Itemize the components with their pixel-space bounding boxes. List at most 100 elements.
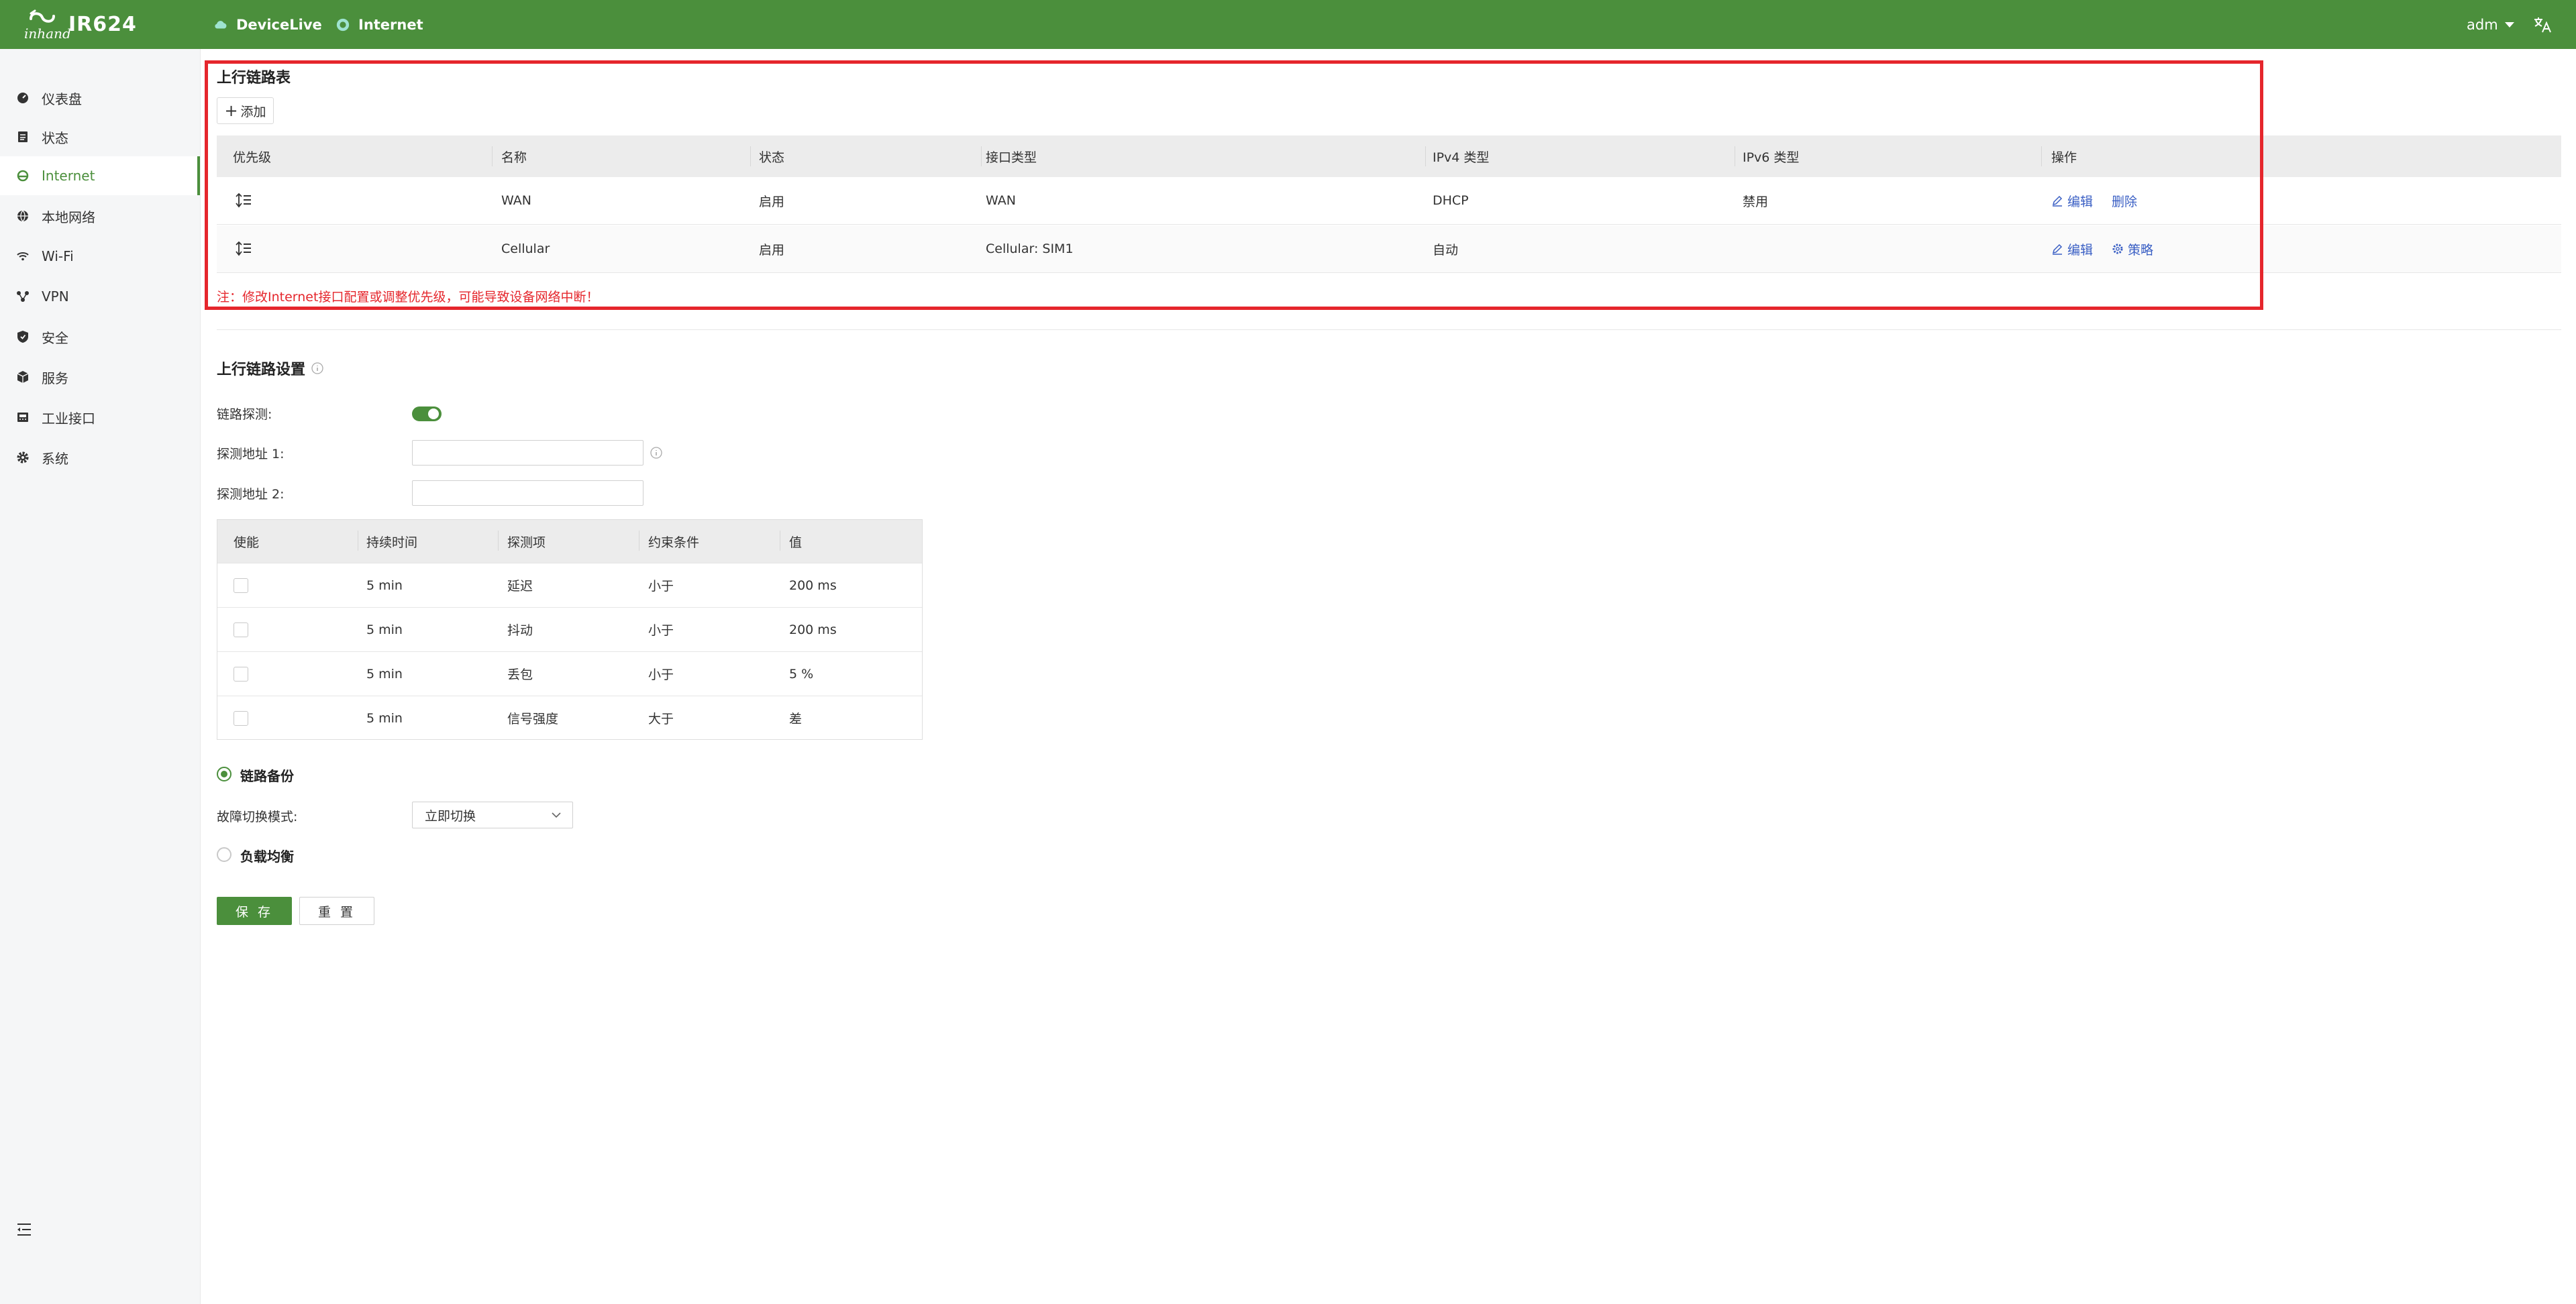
- row-condition: 大于: [648, 712, 674, 726]
- sidebar-item-services[interactable]: 服务: [0, 358, 200, 396]
- probe-table: 使能 持续时间 探测项 约束条件 值 5 min 延迟 小于 200 ms 5 …: [217, 519, 923, 740]
- link-backup-label: 链路备份: [240, 768, 294, 784]
- failover-mode-select[interactable]: 立即切换: [412, 802, 573, 828]
- row-condition: 小于: [648, 623, 674, 638]
- toggle-knob: [428, 409, 439, 419]
- enable-checkbox[interactable]: [234, 622, 248, 637]
- reset-button[interactable]: 重 置: [299, 897, 374, 925]
- enable-checkbox[interactable]: [234, 578, 248, 593]
- gear-icon: [17, 451, 29, 464]
- sidebar-item-internet[interactable]: Internet: [0, 156, 200, 195]
- nav-internet-label: Internet: [358, 16, 423, 33]
- row-value: 200 ms: [789, 622, 837, 637]
- row-duration: 5 min: [366, 710, 403, 726]
- link-detect-label: 链路探测:: [217, 407, 272, 422]
- shield-icon: [17, 331, 28, 343]
- sidebar-item-local-network[interactable]: 本地网络: [0, 197, 200, 235]
- load-balance-radio[interactable]: [217, 847, 231, 862]
- product-name: IR624: [68, 12, 137, 36]
- probe-table-header: 使能 持续时间 探测项 约束条件 值: [217, 520, 922, 563]
- brand-word: inhand: [24, 25, 71, 42]
- table-row: 5 min 抖动 小于 200 ms: [217, 607, 922, 651]
- row-probe-item: 丢包: [507, 667, 533, 682]
- row-duration: 5 min: [366, 622, 403, 637]
- sidebar: 仪表盘 状态 Internet 本地网络 Wi-Fi VPN 安全 服务 工业接…: [0, 49, 201, 1304]
- link-backup-radio[interactable]: [217, 767, 231, 781]
- section-divider: [217, 329, 2561, 330]
- sidebar-item-vpn[interactable]: VPN: [0, 277, 200, 316]
- sidebar-item-wifi[interactable]: Wi-Fi: [0, 237, 200, 276]
- user-name: adm: [2467, 16, 2498, 33]
- row-condition: 小于: [648, 667, 674, 682]
- logo[interactable]: inhand IR624: [24, 7, 137, 42]
- caret-down-icon: [2504, 21, 2514, 28]
- table-row: 5 min 丢包 小于 5 %: [217, 651, 922, 696]
- sidebar-item-label: 服务: [42, 370, 68, 386]
- sidebar-item-label: Wi-Fi: [42, 248, 74, 264]
- internet-icon: [17, 170, 29, 182]
- info-icon[interactable]: [650, 446, 663, 459]
- enable-checkbox-cell: [234, 696, 248, 740]
- failover-mode-value: 立即切换: [425, 808, 476, 824]
- enable-checkbox-cell: [234, 608, 248, 651]
- nav-devicelive[interactable]: DeviceLive: [213, 0, 322, 49]
- row-probe-item: 信号强度: [507, 712, 559, 726]
- sidebar-item-label: Internet: [42, 168, 95, 184]
- sidebar-item-status[interactable]: 状态: [0, 117, 200, 156]
- link-detect-toggle[interactable]: [412, 406, 442, 421]
- table-row: 5 min 延迟 小于 200 ms: [217, 563, 922, 607]
- col-condition: 约束条件: [648, 535, 700, 550]
- status-icon: [18, 131, 28, 142]
- sidebar-item-label: 本地网络: [42, 209, 95, 225]
- services-icon: [17, 371, 29, 383]
- inhand-logo-icon: inhand: [24, 7, 71, 42]
- local-network-icon: [17, 210, 28, 222]
- enable-checkbox-cell: [234, 652, 248, 696]
- sidebar-item-label: VPN: [42, 288, 69, 305]
- row-condition: 小于: [648, 579, 674, 594]
- probe-address-1-input[interactable]: [412, 440, 643, 466]
- uplink-settings-title: 上行链路设置: [217, 358, 324, 379]
- row-probe-item: 抖动: [507, 623, 533, 638]
- sidebar-item-label: 安全: [42, 329, 68, 346]
- load-balance-label: 负载均衡: [240, 849, 294, 865]
- translate-icon[interactable]: [2532, 15, 2553, 35]
- col-duration: 持续时间: [366, 535, 418, 550]
- vpn-icon: [17, 291, 29, 302]
- nav-devicelive-label: DeviceLive: [236, 16, 322, 33]
- sidebar-item-label: 工业接口: [42, 410, 95, 427]
- user-menu[interactable]: adm: [2467, 0, 2514, 49]
- enable-checkbox[interactable]: [234, 666, 248, 682]
- collapse-menu-icon[interactable]: [16, 1222, 32, 1237]
- sidebar-item-system[interactable]: 系统: [0, 438, 200, 477]
- chevron-down-icon: [552, 812, 561, 818]
- sidebar-item-label: 状态: [42, 129, 68, 146]
- col-probe-item: 探测项: [507, 535, 546, 550]
- enable-checkbox[interactable]: [234, 710, 248, 726]
- row-probe-item: 延迟: [507, 579, 533, 594]
- probe-address-2-label: 探测地址 2:: [217, 487, 285, 502]
- row-value: 5 %: [789, 666, 814, 682]
- wifi-icon: [17, 252, 29, 261]
- top-bar: inhand IR624 DeviceLive Internet adm: [0, 0, 2576, 49]
- col-enable: 使能: [234, 535, 260, 550]
- industrial-icon: [17, 413, 28, 422]
- sidebar-item-label: 系统: [42, 450, 68, 467]
- info-icon[interactable]: [311, 362, 324, 375]
- sidebar-item-dashboard[interactable]: 仪表盘: [0, 78, 200, 117]
- sidebar-item-security[interactable]: 安全: [0, 317, 200, 356]
- failover-mode-label: 故障切换模式:: [217, 810, 298, 824]
- table-row: 5 min 信号强度 大于 差: [217, 696, 922, 740]
- globe-dot-icon: [336, 18, 350, 31]
- row-duration: 5 min: [366, 666, 403, 682]
- enable-checkbox-cell: [234, 563, 248, 607]
- column-divider: [498, 531, 499, 551]
- nav-internet[interactable]: Internet: [336, 0, 423, 49]
- dashboard-icon: [17, 93, 28, 103]
- sidebar-item-industrial[interactable]: 工业接口: [0, 398, 200, 437]
- sidebar-item-label: 仪表盘: [42, 91, 82, 107]
- row-value: 200 ms: [789, 578, 837, 593]
- cloud-icon: [215, 20, 227, 28]
- save-button[interactable]: 保 存: [217, 897, 292, 925]
- probe-address-2-input[interactable]: [412, 480, 643, 506]
